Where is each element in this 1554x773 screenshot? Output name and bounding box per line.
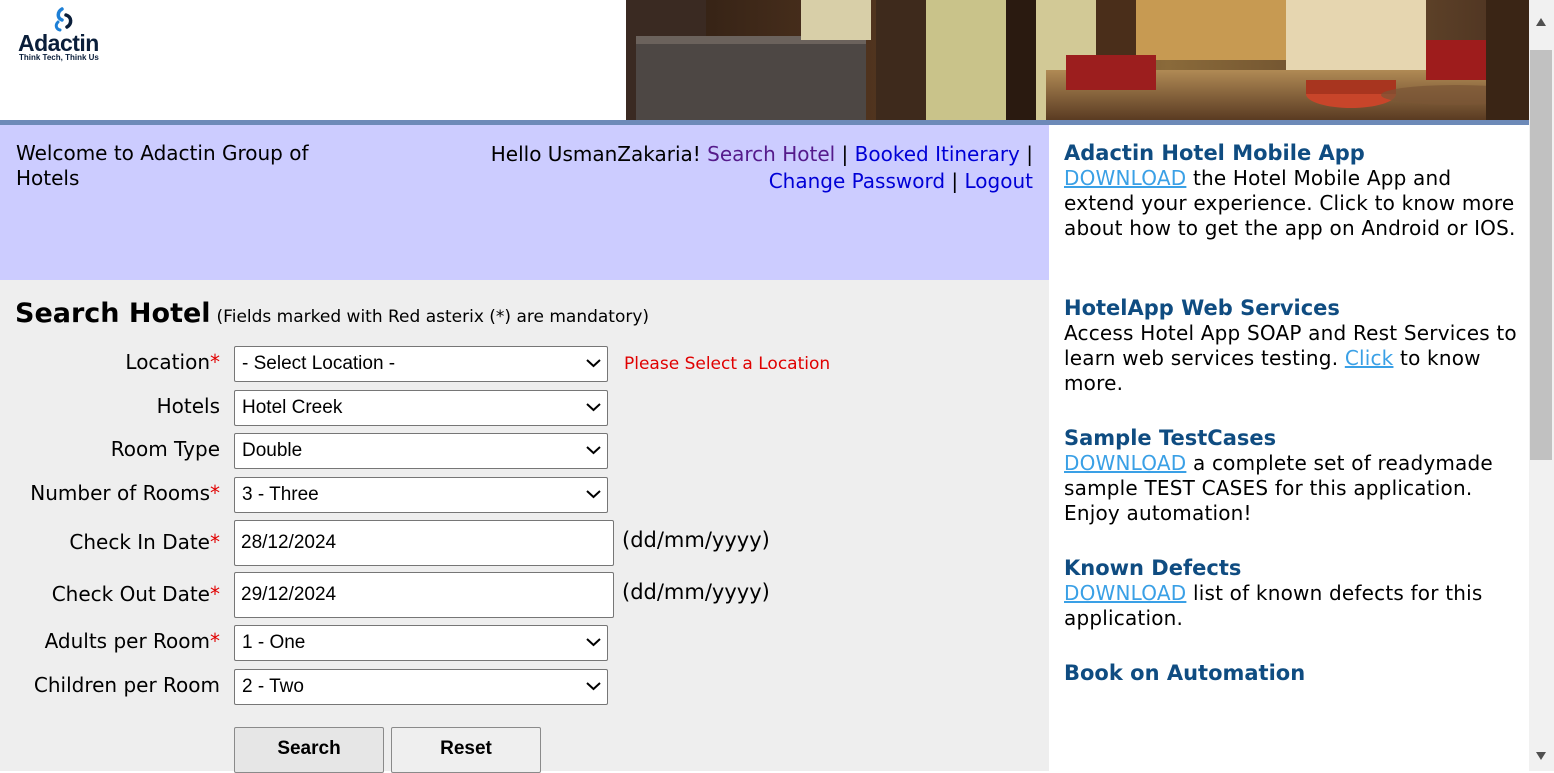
mobile-app-download-link[interactable]: DOWNLOAD (1064, 166, 1186, 190)
chevron-down-icon (586, 403, 601, 412)
change-password-link[interactable]: Change Password (769, 169, 945, 193)
check-out-row: Check Out Date* 29/12/2024 (dd/mm/yyyy) (0, 572, 1049, 620)
chevron-down-icon (586, 638, 601, 647)
children-label: Children per Room (33, 673, 220, 697)
known-defects-block: Known Defects DOWNLOAD list of known def… (1064, 556, 1519, 631)
check-out-format-hint: (dd/mm/yyyy) (622, 580, 770, 604)
search-button[interactable]: Search (234, 727, 384, 773)
required-asterisk: * (210, 350, 220, 374)
children-row: Children per Room 2 - Two (0, 669, 1049, 707)
adults-select[interactable]: 1 - One (234, 625, 608, 661)
room-type-row: Room Type Double (0, 433, 1049, 471)
rooms-select[interactable]: 3 - Three (234, 477, 608, 513)
reset-button[interactable]: Reset (391, 727, 541, 773)
children-select[interactable]: 2 - Two (234, 669, 608, 705)
room-type-select[interactable]: Double (234, 433, 608, 469)
mobile-app-heading: Adactin Hotel Mobile App (1064, 141, 1365, 165)
check-in-date-field[interactable]: 28/12/2024 (234, 520, 614, 566)
header: Adactin Think Tech, Think Us (0, 0, 1529, 120)
required-asterisk: * (210, 530, 220, 554)
search-hotel-link[interactable]: Search Hotel (707, 142, 835, 166)
required-asterisk: * (210, 582, 220, 606)
location-select[interactable]: - Select Location - (234, 346, 608, 382)
check-in-row: Check In Date* 28/12/2024 (dd/mm/yyyy) (0, 520, 1049, 568)
web-services-click-link[interactable]: Click (1345, 346, 1394, 370)
hotels-label: Hotels (156, 394, 220, 418)
nav-separator: | (1026, 142, 1033, 166)
mobile-app-block: Adactin Hotel Mobile App DOWNLOAD the Ho… (1064, 141, 1519, 241)
logout-link[interactable]: Logout (965, 169, 1033, 193)
search-hotel-form: Search Hotel (Fields marked with Red aste… (0, 280, 1049, 773)
book-on-automation-heading[interactable]: Book on Automation (1064, 661, 1519, 686)
testcases-block: Sample TestCases DOWNLOAD a complete set… (1064, 426, 1519, 526)
welcome-band: Welcome to Adactin Group of Hotels Hello… (0, 125, 1049, 280)
scrollbar-thumb[interactable] (1530, 50, 1552, 460)
web-services-block: HotelApp Web Services Access Hotel App S… (1064, 296, 1519, 396)
known-defects-heading: Known Defects (1064, 556, 1242, 580)
web-services-heading: HotelApp Web Services (1064, 296, 1340, 320)
check-out-label: Check Out Date* (51, 582, 220, 606)
book-block: Book on Automation (1064, 661, 1519, 686)
logo-tagline: Think Tech, Think Us (19, 53, 99, 62)
room-type-label: Room Type (110, 437, 220, 461)
page-title: Search Hotel (15, 298, 211, 329)
chevron-down-icon (586, 490, 601, 499)
defects-download-link[interactable]: DOWNLOAD (1064, 581, 1186, 605)
info-sidebar: Adactin Hotel Mobile App DOWNLOAD the Ho… (1049, 125, 1529, 771)
user-greeting: Hello UsmanZakaria! (490, 142, 701, 166)
rooms-row: Number of Rooms* 3 - Three (0, 477, 1049, 515)
scroll-up-icon[interactable] (1536, 18, 1546, 26)
testcases-download-link[interactable]: DOWNLOAD (1064, 451, 1186, 475)
testcases-heading: Sample TestCases (1064, 426, 1277, 450)
mandatory-note: (Fields marked with Red asterix (*) are … (216, 307, 650, 327)
check-in-label: Check In Date* (69, 530, 220, 554)
form-heading: Search Hotel (Fields marked with Red aste… (15, 298, 649, 329)
hotel-lobby-banner (626, 0, 1529, 120)
required-asterisk: * (210, 481, 220, 505)
required-asterisk: * (210, 629, 220, 653)
check-in-format-hint: (dd/mm/yyyy) (622, 528, 770, 552)
booked-itinerary-link[interactable]: Booked Itinerary (855, 142, 1020, 166)
chevron-down-icon (586, 682, 601, 691)
scroll-down-icon[interactable] (1536, 752, 1546, 760)
user-navigation: Hello UsmanZakaria! Search Hotel | Booke… (491, 141, 1033, 195)
location-error: Please Select a Location (624, 354, 831, 374)
location-row: Location* - Select Location - Please Sel… (0, 346, 1049, 384)
hotels-select[interactable]: Hotel Creek (234, 390, 608, 426)
adults-row: Adults per Room* 1 - One (0, 625, 1049, 663)
location-label: Location* (125, 350, 220, 374)
rooms-label: Number of Rooms* (30, 481, 220, 505)
welcome-text: Welcome to Adactin Group of Hotels (16, 141, 309, 190)
adults-label: Adults per Room* (44, 629, 220, 653)
check-out-date-field[interactable]: 29/12/2024 (234, 572, 614, 618)
chevron-down-icon (586, 359, 601, 368)
vertical-scrollbar[interactable] (1529, 0, 1554, 771)
nav-separator: | (951, 169, 959, 193)
chevron-down-icon (586, 446, 601, 455)
adactin-logo[interactable]: Adactin Think Tech, Think Us (18, 6, 118, 66)
hotels-row: Hotels Hotel Creek (0, 390, 1049, 428)
nav-separator: | (841, 142, 849, 166)
